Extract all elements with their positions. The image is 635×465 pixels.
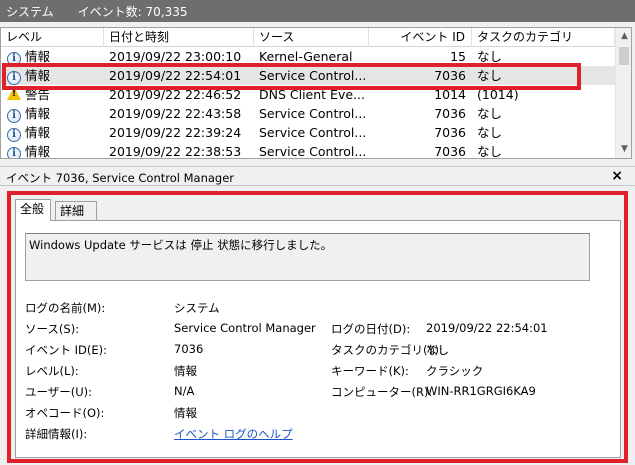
row-date: 2019/09/22 22:38:53 <box>109 144 242 159</box>
more-info-label: 詳細情報(I): <box>25 427 88 441</box>
row-category: (1014) <box>477 87 519 102</box>
computer-label: コンピューター(R): <box>331 385 433 399</box>
source-value: Service Control Manager <box>174 321 316 335</box>
event-detail-panel: 詳細 Windows Update サービスは 停止 状態に移行しました。 ログ… <box>7 191 628 463</box>
row-level: 警告 <box>25 87 51 102</box>
row-source: Service Control... <box>259 144 367 159</box>
column-header-source[interactable]: ソース <box>254 28 369 47</box>
event-id-value: 7036 <box>174 342 204 356</box>
info-icon: i <box>7 147 21 158</box>
event-row[interactable]: i 情報 2019/09/22 22:39:24 Service Control… <box>1 123 615 142</box>
task-category-value: なし <box>426 343 449 357</box>
log-name-label: ログの名前(M): <box>25 301 106 315</box>
event-row[interactable]: i 情報 2019/09/22 23:00:10 Kernel-General … <box>1 47 615 66</box>
row-level: 情報 <box>25 68 51 83</box>
detail-title-bar: イベント 7036, Service Control Manager × <box>0 166 635 186</box>
level-value: 情報 <box>174 364 197 378</box>
event-list[interactable]: レベル 日付と時刻 ソース イベント ID タスクのカテゴリ i 情報 2019… <box>0 27 632 159</box>
row-source: Service Control... <box>259 125 367 140</box>
row-level: 情報 <box>25 125 51 140</box>
row-date: 2019/09/22 22:39:24 <box>109 125 242 140</box>
row-event-id: 7036 <box>434 144 466 159</box>
row-source: Service Control... <box>259 68 367 83</box>
row-date: 2019/09/22 22:46:52 <box>109 87 242 102</box>
opcode-value: 情報 <box>174 406 197 420</box>
row-event-id: 15 <box>450 49 466 64</box>
row-date: 2019/09/22 22:43:58 <box>109 106 242 121</box>
column-header-date[interactable]: 日付と時刻 <box>104 28 254 47</box>
logged-label: ログの日付(D): <box>331 322 411 336</box>
opcode-label: オペコード(O): <box>25 406 105 420</box>
warning-icon: ! <box>7 87 21 100</box>
event-row[interactable]: i 情報 2019/09/22 22:43:58 Service Control… <box>1 104 615 123</box>
close-icon[interactable]: × <box>611 168 623 184</box>
detail-title: イベント 7036, Service Control Manager <box>6 171 235 185</box>
scroll-up-icon[interactable]: ▲ <box>616 28 631 45</box>
log-name-value: システム <box>174 301 220 315</box>
event-id-label: イベント ID(E): <box>25 343 108 357</box>
event-row[interactable]: ! 警告 2019/09/22 22:46:52 DNS Client Eve.… <box>1 85 615 104</box>
info-icon: i <box>7 109 21 123</box>
row-level: 情報 <box>25 106 51 121</box>
level-label: レベル(L): <box>25 364 79 378</box>
row-category: なし <box>477 49 503 64</box>
row-event-id: 7036 <box>434 106 466 121</box>
row-level: 情報 <box>25 144 51 159</box>
event-row[interactable]: i 情報 2019/09/22 22:38:53 Service Control… <box>1 142 615 159</box>
row-category: なし <box>477 68 503 83</box>
row-level: 情報 <box>25 49 51 64</box>
column-header-category[interactable]: タスクのカテゴリ <box>472 28 615 47</box>
row-event-id: 7036 <box>434 68 466 83</box>
source-label: ソース(S): <box>25 322 80 336</box>
row-source: Service Control... <box>259 106 367 121</box>
event-count: イベント数: 70,335 <box>77 4 188 19</box>
general-tab-panel: Windows Update サービスは 停止 状態に移行しました。 ログの名前… <box>15 220 621 458</box>
tab-general[interactable]: 全般 <box>15 199 51 221</box>
tab-details[interactable]: 詳細 <box>55 201 97 221</box>
scrollbar-thumb[interactable] <box>619 47 629 65</box>
info-icon: i <box>7 52 21 66</box>
user-label: ユーザー(U): <box>25 385 93 399</box>
column-header-event-id[interactable]: イベント ID <box>369 28 472 47</box>
row-date: 2019/09/22 22:54:01 <box>109 68 242 83</box>
keywords-value: クラシック <box>426 364 484 378</box>
row-date: 2019/09/22 23:00:10 <box>109 49 242 64</box>
info-icon: i <box>7 128 21 142</box>
logged-value: 2019/09/22 22:54:01 <box>426 321 548 335</box>
keywords-label: キーワード(K): <box>331 364 409 378</box>
event-log-help-link[interactable]: イベント ログのヘルプ <box>174 426 293 442</box>
row-category: なし <box>477 106 503 121</box>
row-source: DNS Client Eve... <box>259 87 365 102</box>
user-value: N/A <box>174 384 195 398</box>
row-source: Kernel-General <box>259 49 353 64</box>
row-category: なし <box>477 125 503 140</box>
scroll-down-icon[interactable]: ▼ <box>616 141 631 158</box>
row-event-id: 7036 <box>434 125 466 140</box>
column-header-level[interactable]: レベル <box>1 28 104 47</box>
event-row-selected[interactable]: i 情報 2019/09/22 22:54:01 Service Control… <box>1 66 615 85</box>
event-description-box[interactable]: Windows Update サービスは 停止 状態に移行しました。 <box>25 233 590 281</box>
event-description: Windows Update サービスは 停止 状態に移行しました。 <box>29 238 333 252</box>
vertical-scrollbar[interactable]: ▲ ▼ <box>615 28 631 158</box>
log-title-bar: システム イベント数: 70,335 <box>0 0 635 22</box>
row-event-id: 1014 <box>434 87 466 102</box>
row-category: なし <box>477 144 503 159</box>
event-list-header: レベル 日付と時刻 ソース イベント ID タスクのカテゴリ <box>1 28 615 47</box>
info-icon: i <box>7 71 21 85</box>
log-name: システム <box>6 4 54 19</box>
computer-value: WIN-RR1GRGI6KA9 <box>426 384 536 398</box>
